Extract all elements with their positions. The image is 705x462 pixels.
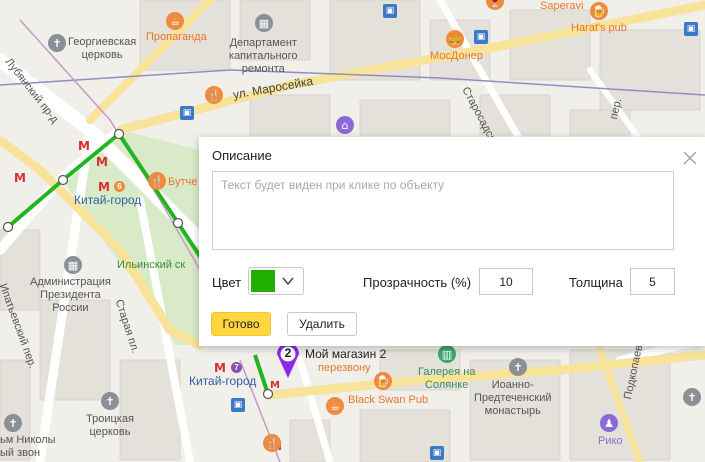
thickness-input[interactable] <box>630 268 675 295</box>
poi-administration[interactable]: Администрация Президента России <box>30 276 111 315</box>
bus-stop-icon: ▣ <box>180 106 194 120</box>
church-icon[interactable]: ✝ <box>48 34 66 52</box>
poi-kitay-gorod-north[interactable]: Китай-город <box>74 194 141 207</box>
dialog-title: Описание <box>212 148 272 163</box>
poi-propaganda[interactable]: Пропаганда <box>146 31 207 44</box>
poi-mosdoner[interactable]: МосДонер <box>430 50 483 63</box>
poi-georgievskaya[interactable]: Георгиевская церковь <box>68 36 136 62</box>
poi-black-swan[interactable]: Black Swan Pub <box>348 394 428 407</box>
color-swatch <box>251 270 275 292</box>
restaurant-icon[interactable]: 🍴 <box>263 434 281 452</box>
metro-icon[interactable]: M <box>214 362 226 374</box>
metro-icon[interactable]: M <box>98 181 110 193</box>
gallery-icon[interactable]: ▥ <box>438 345 456 363</box>
museum-icon[interactable]: ⌂ <box>336 116 354 134</box>
metro-icon[interactable]: M <box>270 380 280 392</box>
close-icon[interactable] <box>682 150 698 166</box>
bus-stop-icon: ▣ <box>383 4 397 18</box>
fastfood-icon[interactable]: 🍔 <box>446 30 464 48</box>
riko-icon[interactable]: ♟ <box>600 414 618 432</box>
church-icon[interactable]: ✝ <box>101 392 119 410</box>
description-textarea[interactable] <box>212 171 674 250</box>
cafe-icon[interactable]: ☕ <box>166 12 184 30</box>
church-icon[interactable]: ✝ <box>509 358 527 376</box>
placemark-number[interactable]: 2 <box>281 346 295 360</box>
poi-ilyinsky[interactable]: Ильинский ск <box>117 259 185 272</box>
poi-kitay-gorod-south[interactable]: Китай-город <box>189 375 256 388</box>
opacity-label: Прозрачность (%) <box>363 275 472 290</box>
bus-stop-icon: ▣ <box>474 30 488 44</box>
chevron-down-icon <box>282 277 294 286</box>
opacity-input[interactable] <box>479 268 533 295</box>
government-icon[interactable]: ▦ <box>64 256 82 274</box>
metro-icon[interactable]: M <box>14 172 26 184</box>
placemark-label[interactable]: Мой магазин 2 <box>305 347 386 361</box>
metro-icon[interactable]: M <box>96 156 108 168</box>
poi-gallery[interactable]: Галерея на Солянке <box>418 366 475 392</box>
metro-icon[interactable]: M <box>78 140 90 152</box>
pub-icon[interactable]: 🍺 <box>374 372 392 390</box>
restaurant-icon[interactable]: 🍴 <box>148 172 166 190</box>
poi-peresvonu[interactable]: перезвону <box>318 362 371 375</box>
poi-saperavi[interactable]: Saperavi <box>540 0 583 13</box>
poi-ioanno[interactable]: Иоанно- Предтеченский монастырь <box>474 379 552 418</box>
restaurant-icon[interactable]: 🍴 <box>205 86 223 104</box>
bus-stop-icon: ▣ <box>684 22 698 36</box>
pub-icon[interactable]: 🍺 <box>590 2 608 20</box>
route-edit-dialog: Описание Цвет Прозрачность (%) Толщина Г… <box>199 137 705 346</box>
poi-nikoly[interactable]: ьм Николы ый звон <box>0 434 56 460</box>
color-picker[interactable] <box>248 267 304 295</box>
color-label: Цвет <box>212 275 242 290</box>
bus-stop-icon: ▣ <box>231 398 245 412</box>
done-button[interactable]: Готово <box>211 312 271 336</box>
poi-butcher[interactable]: Бутче <box>168 176 197 189</box>
cafe-icon[interactable]: ☕ <box>326 397 344 415</box>
metro-line-badge: 6 <box>114 181 125 192</box>
building-icon[interactable]: ▦ <box>255 14 273 32</box>
thickness-label: Толщина <box>569 275 623 290</box>
poi-department[interactable]: Департамент капитального ремонта <box>229 37 298 76</box>
poi-troitskaya[interactable]: Троицкая церковь <box>86 413 134 439</box>
bus-stop-icon: ▣ <box>430 446 444 460</box>
delete-button[interactable]: Удалить <box>287 312 357 336</box>
poi-harats[interactable]: Harat's pub <box>571 22 627 35</box>
church-icon[interactable]: ✝ <box>4 414 22 432</box>
church-icon[interactable]: ✝ <box>683 388 701 406</box>
metro-line-badge: 7 <box>231 362 242 373</box>
poi-riko[interactable]: Рико <box>598 435 623 448</box>
